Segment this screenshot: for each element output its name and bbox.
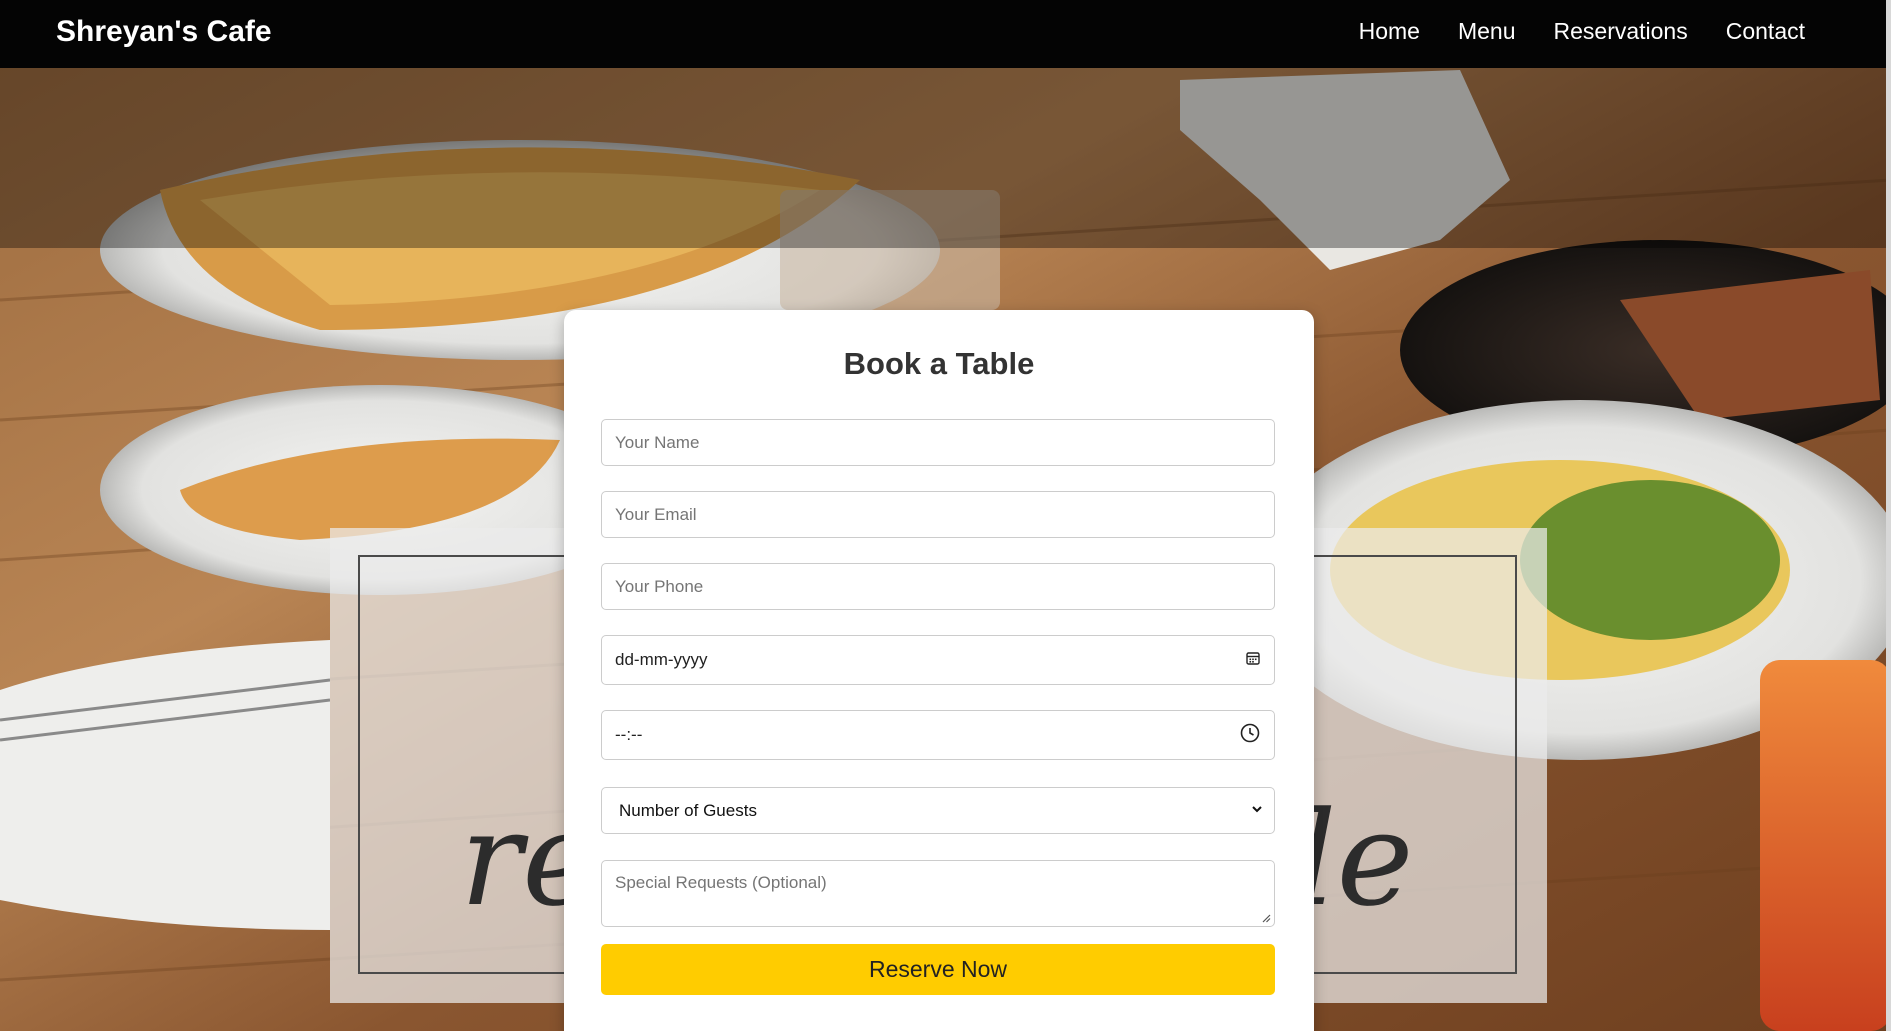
phone-input[interactable] (601, 563, 1275, 610)
nav-links: Home Menu Reservations Contact (1359, 16, 1805, 46)
date-input-value: dd-mm-yyyy (615, 650, 708, 669)
special-requests-textarea[interactable] (601, 860, 1275, 927)
email-input[interactable] (601, 491, 1275, 538)
guests-select[interactable]: Number of Guests (601, 787, 1275, 834)
nav-link-menu[interactable]: Menu (1458, 16, 1516, 46)
page-scrollbar[interactable] (1886, 0, 1891, 1031)
calendar-icon[interactable] (1245, 650, 1261, 671)
navbar: Shreyan's Cafe Home Menu Reservations Co… (0, 0, 1891, 68)
hero-overlay (0, 68, 1891, 248)
guests-select-value: Number of Guests (619, 800, 757, 820)
nav-link-contact[interactable]: Contact (1726, 16, 1805, 46)
brand-logo-text[interactable]: Shreyan's Cafe (56, 14, 272, 50)
time-input-value: --:-- (615, 725, 643, 744)
clock-icon[interactable] (1239, 722, 1261, 749)
booking-form-card: Book a Table dd-mm-yyyy --:-- (564, 310, 1314, 1031)
chevron-down-icon (1250, 801, 1264, 821)
time-input[interactable]: --:-- (601, 710, 1275, 760)
name-input[interactable] (601, 419, 1275, 466)
nav-link-home[interactable]: Home (1359, 16, 1420, 46)
reserve-now-button[interactable]: Reserve Now (601, 944, 1275, 995)
page: re le Shreyan's Cafe Home Menu Reservati… (0, 0, 1891, 1031)
special-requests-wrapper (601, 860, 1275, 927)
nav-link-reservations[interactable]: Reservations (1554, 16, 1688, 46)
resize-handle-icon[interactable] (1261, 913, 1271, 923)
form-title: Book a Table (843, 346, 1035, 381)
date-input[interactable]: dd-mm-yyyy (601, 635, 1275, 685)
